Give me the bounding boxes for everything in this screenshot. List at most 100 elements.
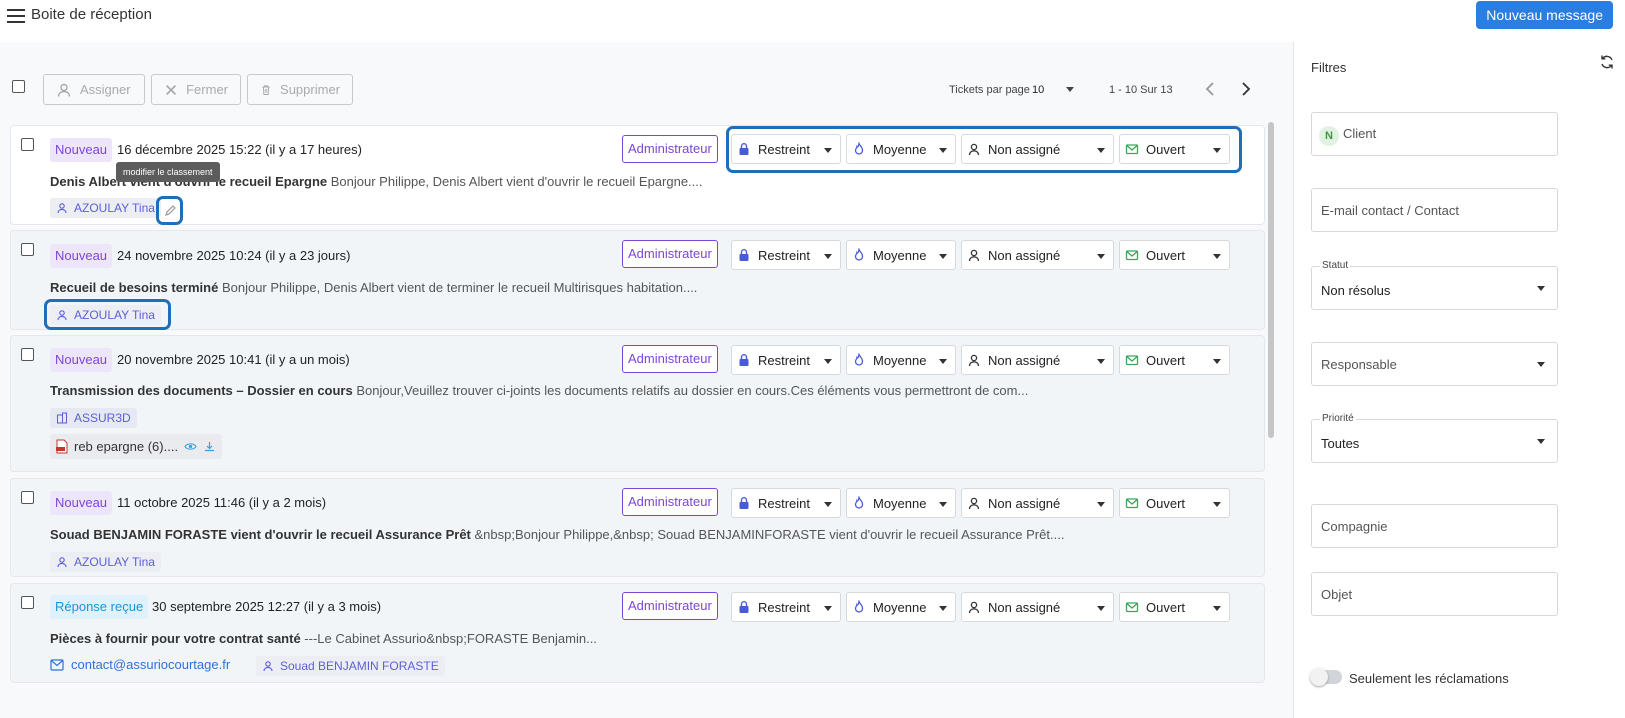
email-contact-placeholder: E-mail contact / Contact [1321, 203, 1459, 218]
status-badge: Nouveau [50, 138, 113, 162]
lock-icon [739, 249, 749, 261]
subject-preview: Bonjour Philippe, Denis Albert vient d'o… [327, 174, 703, 189]
assignee-select[interactable]: Non assigné [961, 592, 1114, 622]
statut-value: Non résolus [1321, 283, 1391, 298]
assignee-select[interactable]: Non assigné [961, 488, 1114, 518]
user-icon [263, 661, 273, 672]
objet-field[interactable]: Objet [1311, 572, 1558, 616]
chip-label: AZOULAY Tina [74, 555, 155, 569]
state-select[interactable]: Ouvert [1119, 488, 1230, 518]
subject-title: Pièces à fournir pour votre contrat sant… [50, 631, 301, 646]
visibility-select[interactable]: Restreint [731, 345, 841, 375]
attachment-chip[interactable]: reb epargne (6).... [50, 434, 223, 459]
ticket-row[interactable]: Nouveau 11 octobre 2025 11:46 (il y a 2 … [10, 478, 1265, 577]
ticket-row[interactable]: Nouveau 16 décembre 2025 15:22 (il y a 1… [10, 125, 1265, 225]
statut-select[interactable]: Statut Non résolus [1311, 260, 1558, 310]
ticket-date: 16 décembre 2025 15:22 (il y a 17 heures… [117, 142, 362, 157]
lock-icon [739, 601, 749, 613]
state-select[interactable]: Ouvert [1119, 240, 1230, 270]
responsable-select[interactable]: Responsable [1311, 342, 1558, 386]
priority-select[interactable]: Moyenne [846, 240, 956, 270]
ticket-date: 30 septembre 2025 12:27 (il y a 3 mois) [152, 599, 382, 614]
email-contact-field[interactable]: E-mail contact / Contact [1311, 188, 1558, 232]
menu-icon[interactable] [7, 9, 25, 23]
assignee-value: Non assigné [988, 599, 1061, 615]
flame-icon [854, 600, 864, 613]
pdf-file-icon [56, 439, 68, 454]
role-badge[interactable]: Administrateur [622, 488, 718, 516]
ticket-row[interactable]: Nouveau 20 novembre 2025 10:41 (il y a u… [10, 335, 1265, 472]
chevron-down-icon[interactable] [1066, 87, 1074, 92]
ticket-checkbox[interactable] [21, 138, 34, 151]
role-badge[interactable]: Administrateur [622, 592, 718, 620]
priority-value: Moyenne [873, 599, 927, 615]
state-select[interactable]: Ouvert [1119, 345, 1230, 375]
priority-select[interactable]: Moyenne [846, 592, 956, 622]
email-text: contact@assuriocourtage.fr [71, 657, 231, 672]
ticket-checkbox[interactable] [21, 348, 34, 361]
ticket-subject: Transmission des documents – Dossier en … [50, 383, 1028, 398]
delete-button[interactable]: Supprimer [247, 74, 353, 105]
close-label: Fermer [186, 82, 228, 97]
user-icon [57, 83, 71, 97]
subject-preview: ---Le Cabinet Assurio&nbsp;FORASTE Benja… [300, 631, 597, 646]
ticket-checkbox[interactable] [21, 596, 34, 609]
assignee-select[interactable]: Non assigné [961, 345, 1114, 375]
select-all-checkbox[interactable] [12, 80, 25, 93]
ticket-checkbox[interactable] [21, 243, 34, 256]
tickets-per-page-select[interactable]: 10 [1032, 84, 1044, 96]
priority-value: Moyenne [873, 495, 927, 511]
chevron-down-icon [1537, 362, 1545, 367]
refresh-icon[interactable] [1599, 54, 1615, 70]
ticket-subject: Souad BENJAMIN FORASTE vient d'ouvrir le… [50, 527, 1064, 542]
subject-preview: &nbsp;Bonjour Philippe,&nbsp; Souad BENJ… [470, 527, 1065, 542]
reclamations-toggle[interactable] [1310, 668, 1342, 686]
contact-email-link[interactable]: contact@assuriocourtage.fr [50, 657, 230, 672]
ticket-row[interactable]: Nouveau 24 novembre 2025 10:24 (il y a 2… [10, 230, 1265, 330]
priority-select[interactable]: Moyenne [846, 488, 956, 518]
assign-button[interactable]: Assigner [43, 74, 145, 105]
reclamations-toggle-label: Seulement les réclamations [1349, 671, 1509, 686]
visibility-select[interactable]: Restreint [731, 488, 841, 518]
user-icon [57, 203, 67, 214]
state-select[interactable]: Ouvert [1119, 592, 1230, 622]
assignee-chip[interactable]: AZOULAY Tina [50, 552, 161, 572]
highlight-outline [156, 196, 183, 225]
compagnie-field[interactable]: Compagnie [1311, 504, 1558, 548]
priorite-select[interactable]: Priorité Toutes [1311, 413, 1558, 463]
priorite-value: Toutes [1321, 436, 1360, 451]
eye-icon[interactable] [184, 440, 197, 453]
chevron-right-icon[interactable] [1238, 80, 1254, 98]
ticket-date: 11 octobre 2025 11:46 (il y a 2 mois) [117, 495, 327, 510]
ticket-row[interactable]: Réponse reçue 30 septembre 2025 12:27 (i… [10, 583, 1265, 683]
scrollbar[interactable] [1268, 122, 1274, 438]
company-chip[interactable]: ASSUR3D [50, 408, 137, 428]
close-button[interactable]: Fermer [151, 74, 241, 105]
highlight-outline [726, 126, 1242, 173]
priority-select[interactable]: Moyenne [846, 345, 956, 375]
close-icon [166, 84, 177, 95]
visibility-select[interactable]: Restreint [731, 592, 841, 622]
client-field[interactable]: N Client [1311, 112, 1558, 156]
visibility-select[interactable]: Restreint [731, 240, 841, 270]
role-badge[interactable]: Administrateur [622, 240, 718, 268]
contact-chip[interactable]: Souad BENJAMIN FORASTE [256, 656, 445, 676]
assignee-select[interactable]: Non assigné [961, 240, 1114, 270]
status-badge: Réponse reçue [50, 595, 149, 619]
toolbar: Assigner Fermer Supprimer Tickets par pa… [0, 42, 1294, 124]
assignee-chip[interactable]: AZOULAY Tina [50, 198, 161, 218]
chevron-left-icon[interactable] [1203, 80, 1219, 98]
ticket-subject: Pièces à fournir pour votre contrat sant… [50, 631, 597, 646]
ticket-checkbox[interactable] [21, 491, 34, 504]
assignee-value: Non assigné [988, 495, 1061, 511]
assignee-value: Non assigné [988, 247, 1061, 263]
new-message-button[interactable]: Nouveau message [1476, 1, 1613, 29]
lock-icon [739, 354, 749, 366]
ticket-date: 24 novembre 2025 10:24 (il y a 23 jours) [117, 248, 351, 263]
tickets-per-page-label: Tickets par page [949, 84, 1030, 96]
role-badge[interactable]: Administrateur [622, 345, 718, 373]
download-icon[interactable] [203, 440, 216, 453]
role-badge[interactable]: Administrateur [622, 135, 718, 163]
state-value: Ouvert [1146, 599, 1186, 615]
flame-icon [854, 248, 864, 261]
